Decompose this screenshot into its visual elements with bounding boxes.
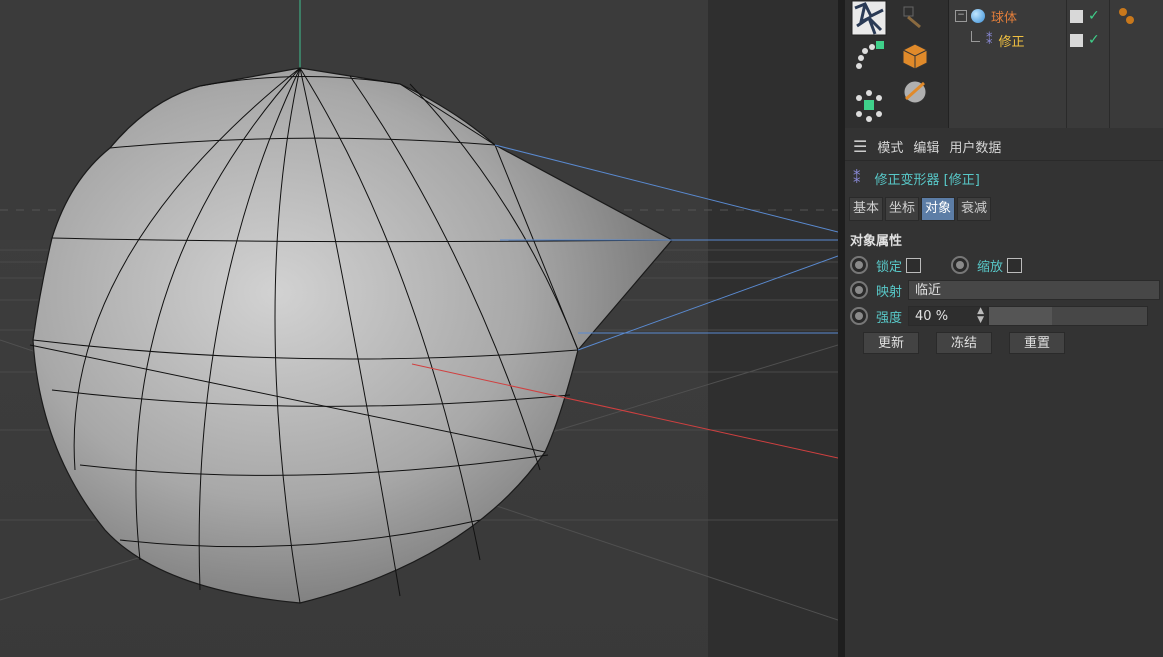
deformer-icon[interactable]	[893, 74, 937, 110]
strength-row: 强度 40 % ▲ ▼	[845, 305, 1163, 327]
mapping-row: 映射 临近	[845, 279, 1163, 301]
panel-divider[interactable]	[838, 0, 845, 657]
tag-icon-2	[1126, 16, 1134, 24]
object-name-correction[interactable]: 修正	[999, 31, 1025, 50]
spline-icon[interactable]	[893, 0, 937, 36]
checkmark-icon[interactable]: ✓	[1088, 32, 1100, 48]
tool-palette	[845, 0, 948, 128]
attribute-menubar: ☰ 模式 编辑 用户数据	[845, 132, 1163, 161]
viewport-shadow-region	[708, 0, 838, 657]
correction-deformer-icon: ⁑	[986, 32, 993, 48]
viewport-3d[interactable]	[0, 0, 838, 657]
hamburger-menu-icon[interactable]: ☰	[853, 137, 867, 156]
object-row-sphere[interactable]: − 球体 ✓	[949, 4, 1163, 28]
scale-checkbox[interactable]	[1007, 257, 1023, 273]
strength-label: 强度	[876, 310, 903, 326]
menu-mode[interactable]: 模式	[877, 137, 903, 156]
tab-object[interactable]: 对象	[921, 197, 956, 221]
menu-edit[interactable]: 编辑	[913, 137, 939, 156]
scale-label: 缩放	[977, 259, 1004, 275]
sphere-icon	[971, 9, 985, 23]
mapping-dropdown[interactable]: 临近	[908, 280, 1161, 300]
mapping-label: 映射	[876, 284, 903, 300]
object-title: 修正变形器 [修正]	[874, 172, 980, 188]
mapping-animate-radio[interactable]	[850, 281, 868, 299]
object-row-correction[interactable]: ⁑ 修正 ✓	[949, 28, 1163, 52]
attribute-title: ⁑ 修正变形器 [修正]	[845, 166, 980, 190]
strength-animate-radio[interactable]	[850, 307, 868, 325]
lock-label: 锁定	[876, 259, 903, 275]
array-icon[interactable]	[847, 38, 891, 74]
tab-falloff[interactable]: 衰减	[957, 197, 992, 221]
lock-checkbox[interactable]	[906, 257, 922, 273]
viewport-canvas[interactable]	[0, 0, 838, 657]
correction-deformer-icon: ⁑	[853, 169, 861, 187]
attribute-tabs: 基本 坐标 对象 衰减	[849, 197, 993, 221]
tab-coordinates[interactable]: 坐标	[885, 197, 920, 221]
object-name-sphere[interactable]: 球体	[991, 7, 1017, 26]
tab-basic[interactable]: 基本	[849, 197, 884, 221]
layer-icon[interactable]	[1070, 9, 1083, 23]
layer-icon[interactable]	[1070, 33, 1083, 47]
cloner-icon[interactable]	[847, 88, 891, 124]
update-button[interactable]: 更新	[863, 332, 919, 354]
lock-scale-row: 锁定 缩放	[845, 254, 1023, 276]
menu-user-data[interactable]: 用户数据	[949, 137, 1001, 156]
strength-slider[interactable]	[988, 306, 1149, 326]
stepper-icon[interactable]: ▲ ▼	[977, 307, 984, 325]
strength-slider-fill	[989, 307, 1053, 325]
checkmark-icon[interactable]: ✓	[1088, 8, 1100, 24]
freeze-button[interactable]: 冻结	[936, 332, 992, 354]
strength-value: 40 %	[915, 309, 949, 324]
scale-animate-radio[interactable]	[951, 256, 970, 274]
tag-icon[interactable]	[1119, 8, 1127, 16]
lock-animate-radio[interactable]	[850, 256, 868, 274]
reset-button[interactable]: 重置	[1009, 332, 1065, 354]
collapse-toggle-icon[interactable]: −	[955, 10, 967, 22]
object-manager: − 球体 ✓ ⁑ 修正 ✓	[948, 0, 1163, 128]
side-panel: − 球体 ✓ ⁑ 修正 ✓ ☰ 模式 编辑 用户数据 ⁑ 修正变形器 [修正] …	[845, 0, 1163, 657]
section-title: 对象属性	[850, 234, 903, 249]
move-tool-icon[interactable]	[847, 0, 891, 36]
strength-input[interactable]: 40 % ▲ ▼	[908, 306, 989, 326]
tree-line	[971, 30, 980, 42]
cube-icon[interactable]	[893, 38, 937, 74]
